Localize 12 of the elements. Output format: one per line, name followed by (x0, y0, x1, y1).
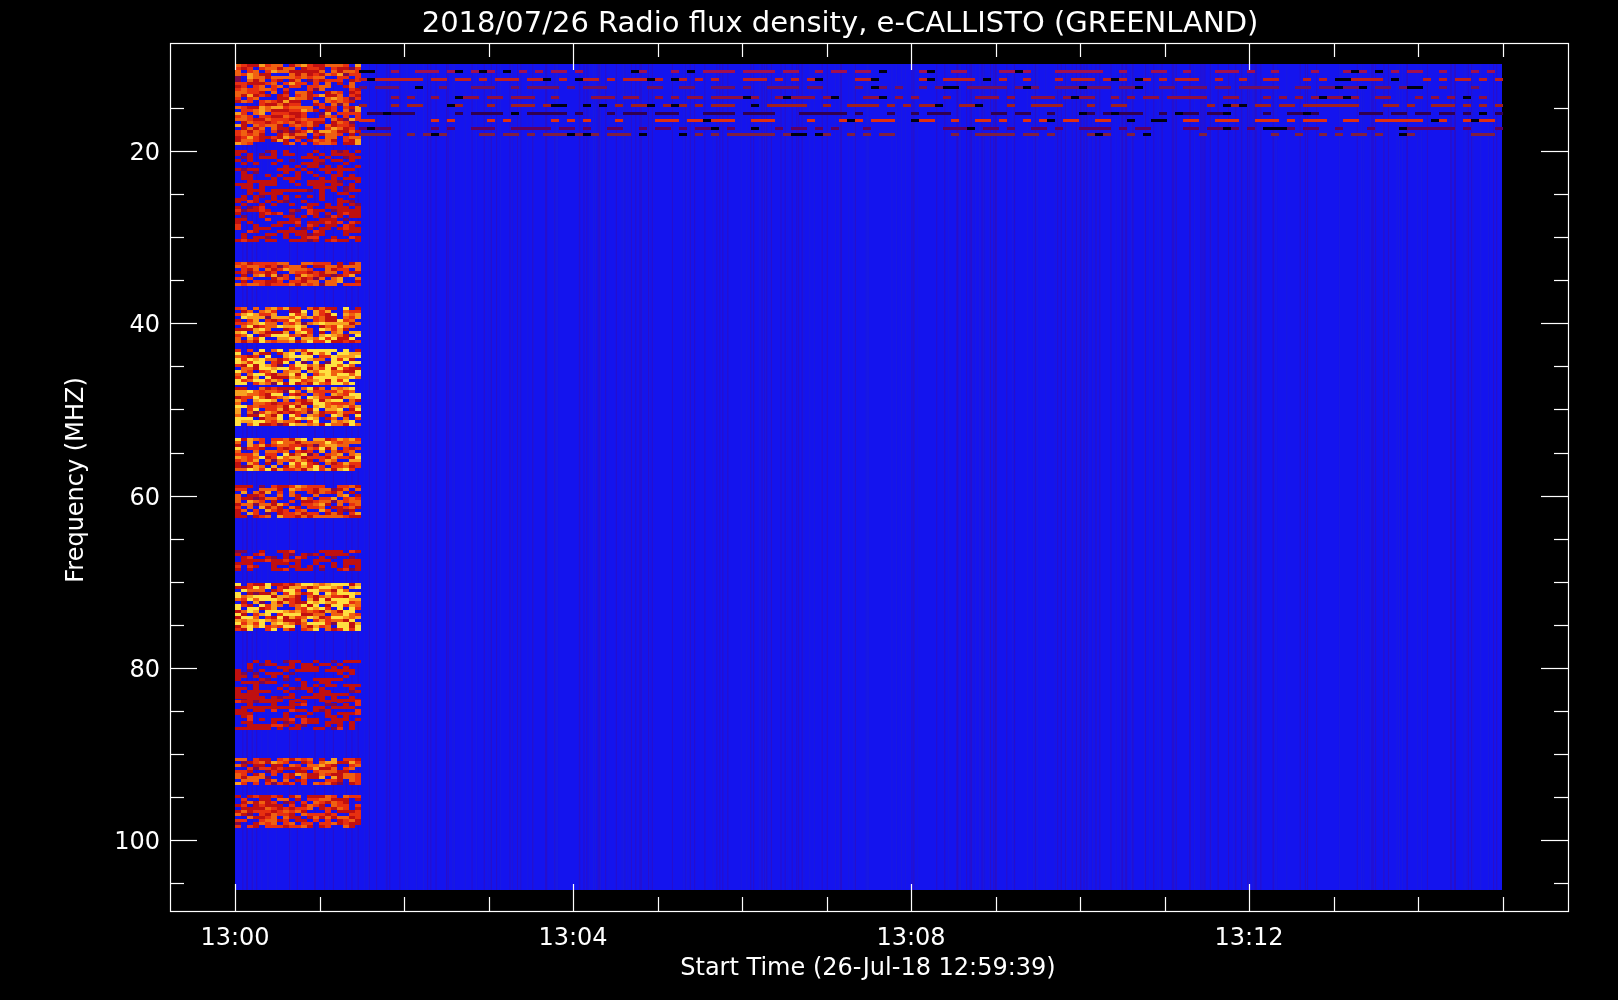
y-tick-label: 20 (129, 138, 160, 166)
x-tick-label: 13:00 (200, 923, 270, 951)
x-tick-label: 13:04 (538, 923, 608, 951)
y-tick-label: 100 (114, 827, 160, 856)
y-tick-label: 80 (129, 654, 160, 683)
y-axis-title: Frequency (MHZ) (61, 377, 89, 583)
y-tick-label: 40 (129, 310, 160, 339)
x-tick-label: 13:12 (1214, 923, 1284, 951)
y-tick-label: 60 (129, 482, 160, 511)
x-axis-title: Start Time (26-Jul-18 12:59:39) (680, 953, 1056, 981)
x-tick-label: 13:08 (876, 923, 946, 951)
chart-title: 2018/07/26 Radio flux density, e-CALLISTO (GREENLAND) (421, 5, 1259, 39)
